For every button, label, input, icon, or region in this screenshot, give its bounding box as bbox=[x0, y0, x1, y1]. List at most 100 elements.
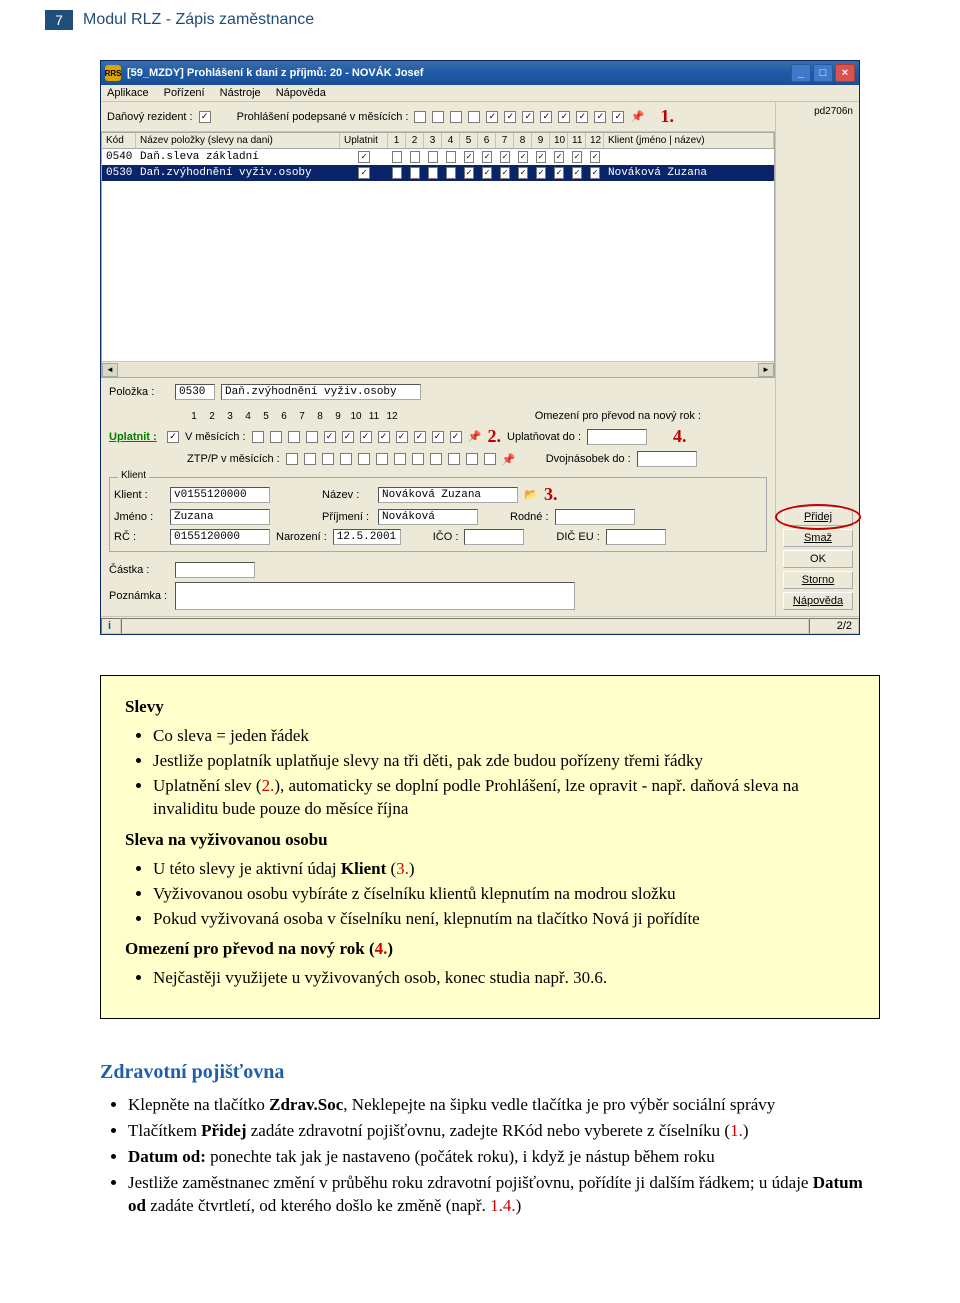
nazev-field[interactable]: Nováková Zuzana bbox=[378, 487, 518, 503]
narozeni-field[interactable]: 12.5.2001 bbox=[333, 529, 401, 545]
vm-chk[interactable] bbox=[324, 431, 336, 443]
close-button[interactable]: × bbox=[835, 64, 855, 82]
row-m-chk[interactable] bbox=[464, 151, 474, 163]
row-m-chk[interactable] bbox=[392, 151, 402, 163]
ztp-chk[interactable] bbox=[394, 453, 406, 465]
vm-chk[interactable] bbox=[378, 431, 390, 443]
scroll-left-button[interactable]: ◄ bbox=[102, 363, 118, 377]
col-m12[interactable]: 12 bbox=[586, 133, 604, 148]
col-m9[interactable]: 9 bbox=[532, 133, 550, 148]
polozka-name-field[interactable]: Daň.zvýhodnění vyživ.osoby bbox=[221, 384, 421, 400]
vm-chk[interactable] bbox=[360, 431, 372, 443]
rodne-field[interactable] bbox=[555, 509, 635, 525]
month-chk-3[interactable] bbox=[450, 111, 462, 123]
ztp-chk[interactable] bbox=[376, 453, 388, 465]
menu-aplikace[interactable]: Aplikace bbox=[107, 87, 149, 99]
minimize-button[interactable]: _ bbox=[791, 64, 811, 82]
dvoj-field[interactable] bbox=[637, 451, 697, 467]
row-m-chk[interactable] bbox=[482, 167, 492, 179]
col-kod[interactable]: Kód bbox=[102, 133, 136, 148]
ztp-chk[interactable] bbox=[286, 453, 298, 465]
ok-button[interactable]: OK bbox=[783, 550, 853, 568]
status-info-icon[interactable]: i bbox=[101, 618, 121, 634]
ztp-chk[interactable] bbox=[484, 453, 496, 465]
col-uplatnit[interactable]: Uplatnit bbox=[340, 133, 388, 148]
row-m-chk[interactable] bbox=[590, 151, 600, 163]
month-chk-8[interactable] bbox=[540, 111, 552, 123]
polozka-code-field[interactable]: 0530 bbox=[175, 384, 215, 400]
row-m-chk[interactable] bbox=[518, 151, 528, 163]
pushpin-icon[interactable]: 📌 bbox=[468, 430, 482, 444]
uplatnit-checkbox[interactable] bbox=[167, 431, 179, 443]
month-chk-2[interactable] bbox=[432, 111, 444, 123]
row-m-chk[interactable] bbox=[572, 151, 582, 163]
scroll-track[interactable] bbox=[118, 363, 758, 377]
month-chk-1[interactable] bbox=[414, 111, 426, 123]
pushpin-icon[interactable]: 📌 bbox=[502, 452, 516, 466]
napoveda-button[interactable]: Nápověda bbox=[783, 592, 853, 610]
folder-icon[interactable]: 📂 bbox=[524, 488, 538, 502]
row-upl-chk[interactable] bbox=[358, 151, 370, 163]
ztp-chk[interactable] bbox=[430, 453, 442, 465]
month-chk-10[interactable] bbox=[576, 111, 588, 123]
storno-button[interactable]: Storno bbox=[783, 571, 853, 589]
vm-chk[interactable] bbox=[342, 431, 354, 443]
row-m-chk[interactable] bbox=[536, 151, 546, 163]
ztp-chk[interactable] bbox=[304, 453, 316, 465]
rc-field[interactable]: 0155120000 bbox=[170, 529, 270, 545]
col-m8[interactable]: 8 bbox=[514, 133, 532, 148]
vm-chk[interactable] bbox=[252, 431, 264, 443]
vm-chk[interactable] bbox=[306, 431, 318, 443]
table-row[interactable]: 0540 Daň.sleva základní bbox=[102, 149, 774, 165]
castka-field[interactable] bbox=[175, 562, 255, 578]
month-chk-9[interactable] bbox=[558, 111, 570, 123]
ztp-chk[interactable] bbox=[412, 453, 424, 465]
month-chk-6[interactable] bbox=[504, 111, 516, 123]
col-m2[interactable]: 2 bbox=[406, 133, 424, 148]
menu-nastroje[interactable]: Nástroje bbox=[220, 87, 261, 99]
menu-napoveda[interactable]: Nápověda bbox=[276, 87, 326, 99]
smaz-button[interactable]: Smaž bbox=[783, 529, 853, 547]
ztp-chk[interactable] bbox=[358, 453, 370, 465]
vm-chk[interactable] bbox=[432, 431, 444, 443]
vm-chk[interactable] bbox=[396, 431, 408, 443]
month-chk-12[interactable] bbox=[612, 111, 624, 123]
jmeno-field[interactable]: Zuzana bbox=[170, 509, 270, 525]
col-nazev[interactable]: Název položky (slevy na dani) bbox=[136, 133, 340, 148]
scroll-right-button[interactable]: ► bbox=[758, 363, 774, 377]
prijmeni-field[interactable]: Nováková bbox=[378, 509, 478, 525]
month-chk-7[interactable] bbox=[522, 111, 534, 123]
dic-field[interactable] bbox=[606, 529, 666, 545]
h-scrollbar[interactable]: ◄ ► bbox=[102, 361, 774, 377]
row-m-chk[interactable] bbox=[446, 167, 456, 179]
row-m-chk[interactable] bbox=[428, 151, 438, 163]
row-m-chk[interactable] bbox=[572, 167, 582, 179]
row-m-chk[interactable] bbox=[536, 167, 546, 179]
col-m10[interactable]: 10 bbox=[550, 133, 568, 148]
ztp-chk[interactable] bbox=[466, 453, 478, 465]
col-m3[interactable]: 3 bbox=[424, 133, 442, 148]
col-m11[interactable]: 11 bbox=[568, 133, 586, 148]
month-chk-11[interactable] bbox=[594, 111, 606, 123]
vm-chk[interactable] bbox=[270, 431, 282, 443]
maximize-button[interactable]: □ bbox=[813, 64, 833, 82]
row-m-chk[interactable] bbox=[590, 167, 600, 179]
vm-chk[interactable] bbox=[450, 431, 462, 443]
col-m1[interactable]: 1 bbox=[388, 133, 406, 148]
row-m-chk[interactable] bbox=[410, 167, 420, 179]
vm-chk[interactable] bbox=[414, 431, 426, 443]
row-m-chk[interactable] bbox=[410, 151, 420, 163]
row-m-chk[interactable] bbox=[500, 167, 510, 179]
row-m-chk[interactable] bbox=[482, 151, 492, 163]
ztp-chk[interactable] bbox=[340, 453, 352, 465]
row-m-chk[interactable] bbox=[518, 167, 528, 179]
menu-porizeni[interactable]: Pořízení bbox=[164, 87, 205, 99]
ico-field[interactable] bbox=[464, 529, 524, 545]
klient-field[interactable]: v0155120000 bbox=[170, 487, 270, 503]
row-m-chk[interactable] bbox=[428, 167, 438, 179]
row-m-chk[interactable] bbox=[500, 151, 510, 163]
poznamka-field[interactable] bbox=[175, 582, 575, 610]
col-m4[interactable]: 4 bbox=[442, 133, 460, 148]
month-chk-4[interactable] bbox=[468, 111, 480, 123]
pushpin-icon[interactable]: 📌 bbox=[630, 110, 644, 124]
